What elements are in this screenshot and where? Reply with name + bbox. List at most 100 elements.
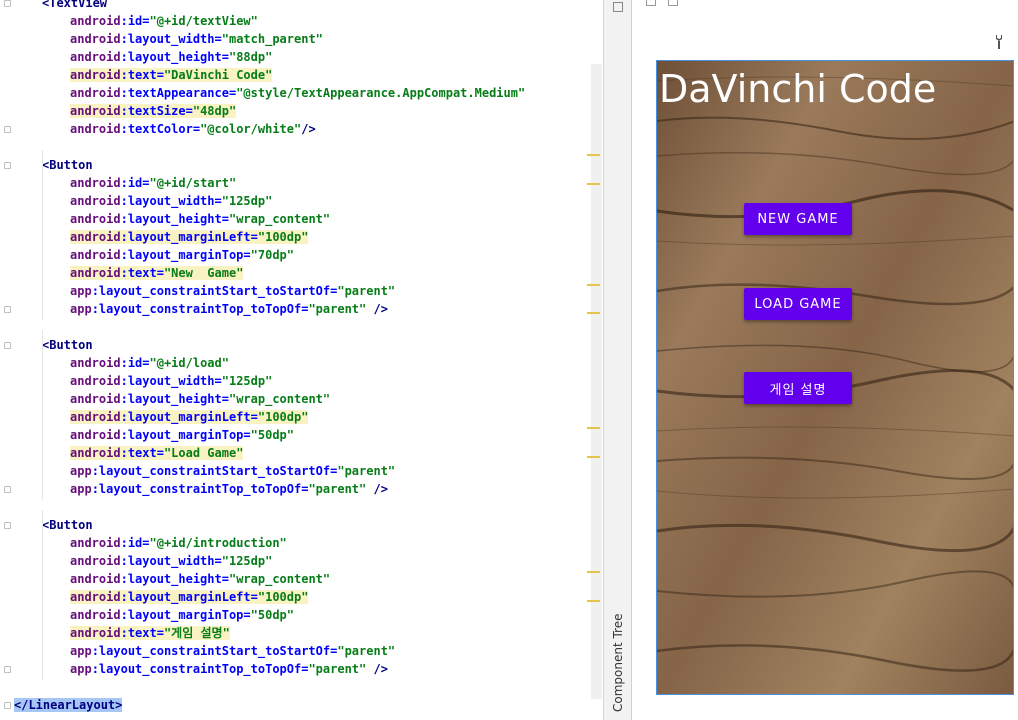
code-line-attribute[interactable]: android:layout_width="125dp" xyxy=(70,192,272,210)
attribute-value: "125dp" xyxy=(221,374,273,388)
code-line-attribute[interactable]: android:layout_marginLeft="100dp" xyxy=(70,228,309,246)
component-tree-label[interactable]: Component Tree xyxy=(606,532,630,712)
code-line-tag[interactable]: </LinearLayout> xyxy=(14,696,123,714)
fold-marker-icon[interactable] xyxy=(4,126,11,133)
attribute-value: "125dp" xyxy=(221,554,273,568)
attribute-value: "100dp" xyxy=(257,590,309,604)
attribute-name: text xyxy=(127,626,157,640)
code-line-attribute[interactable]: android:text="게임 설명" xyxy=(70,624,230,642)
code-line-attribute[interactable]: android:layout_width="125dp" xyxy=(70,372,272,390)
component-tree-panel[interactable]: Component Tree xyxy=(604,0,632,720)
code-line-attribute[interactable]: android:layout_height="wrap_content" xyxy=(70,390,330,408)
code-line-attribute[interactable]: app:layout_constraintStart_toStartOf="pa… xyxy=(70,282,395,300)
fold-marker-icon[interactable] xyxy=(4,522,11,529)
fold-marker-icon[interactable] xyxy=(4,306,11,313)
attribute-namespace: android xyxy=(70,14,121,28)
code-line-tag[interactable]: <TextView xyxy=(42,0,107,12)
attribute-value: "@+id/start" xyxy=(149,176,237,190)
code-line-attribute[interactable]: android:textAppearance="@style/TextAppea… xyxy=(70,84,525,102)
attribute-namespace: android xyxy=(70,104,121,118)
code-line-tag[interactable]: <Button xyxy=(42,336,93,354)
grid-icon[interactable] xyxy=(668,0,678,6)
code-line-attribute[interactable]: android:layout_height="wrap_content" xyxy=(70,210,330,228)
attribute-namespace: android xyxy=(70,212,121,226)
editor-scrollbar[interactable] xyxy=(591,64,602,699)
load-game-button[interactable]: LOAD GAME xyxy=(744,288,852,320)
attribute-name: layout_marginTop xyxy=(127,608,244,622)
code-line-attribute[interactable]: android:layout_marginTop="70dp" xyxy=(70,246,294,264)
attribute-value: "50dp" xyxy=(250,608,294,622)
code-line-tag[interactable]: <Button xyxy=(42,516,93,534)
fold-marker-icon[interactable] xyxy=(4,666,11,673)
code-line-attribute[interactable]: android:text="New Game" xyxy=(70,264,244,282)
xml-tag: </LinearLayout> xyxy=(14,698,123,712)
fold-marker-icon[interactable] xyxy=(4,486,11,493)
attribute-value: "wrap_content" xyxy=(228,572,331,586)
code-line-attribute[interactable]: app:layout_constraintStart_toStartOf="pa… xyxy=(70,642,395,660)
attribute-value: "게임 설명" xyxy=(163,626,230,640)
code-line-attribute[interactable]: android:id="@+id/textView" xyxy=(70,12,258,30)
code-line-attribute[interactable]: android:id="@+id/introduction" xyxy=(70,534,287,552)
code-line-attribute[interactable]: android:text="DaVinchi Code" xyxy=(70,66,273,84)
code-line-attribute[interactable]: android:layout_marginLeft="100dp" xyxy=(70,588,309,606)
code-line-tag[interactable]: <Button xyxy=(42,156,93,174)
attribute-namespace: android xyxy=(70,122,121,136)
code-line-attribute[interactable]: app:layout_constraintTop_toTopOf="parent… xyxy=(70,480,388,498)
code-line-attribute[interactable]: android:layout_marginLeft="100dp" xyxy=(70,408,309,426)
attribute-name: id xyxy=(127,536,143,550)
attribute-name: layout_width xyxy=(127,554,215,568)
attribute-namespace: android xyxy=(70,608,121,622)
tag-close: /> xyxy=(301,122,316,136)
code-line-attribute[interactable]: android:id="@+id/load" xyxy=(70,354,229,372)
attribute-namespace: app xyxy=(70,662,92,676)
attribute-namespace: app xyxy=(70,482,92,496)
fold-marker-icon[interactable] xyxy=(4,702,11,709)
code-line-attribute[interactable]: android:id="@+id/start" xyxy=(70,174,236,192)
code-line-attribute[interactable]: android:textColor="@color/white"/> xyxy=(70,120,316,138)
attribute-value: "parent" xyxy=(308,662,367,676)
code-line-attribute[interactable]: android:layout_height="wrap_content" xyxy=(70,570,330,588)
attribute-value: "100dp" xyxy=(257,230,309,244)
phone-preview[interactable]: DaVinchi Code NEW GAME LOAD GAME 게임 설명 xyxy=(656,60,1014,695)
attribute-value: "125dp" xyxy=(221,194,273,208)
indent-guide xyxy=(42,150,43,320)
code-line-attribute[interactable]: app:layout_constraintStart_toStartOf="pa… xyxy=(70,462,395,480)
fold-marker-icon[interactable] xyxy=(4,342,11,349)
change-marker xyxy=(587,571,600,573)
code-line-attribute[interactable]: android:text="Load Game" xyxy=(70,444,244,462)
attribute-value: "88dp" xyxy=(228,50,273,64)
code-line-attribute[interactable]: app:layout_constraintTop_toTopOf="parent… xyxy=(70,660,388,678)
code-editor[interactable]: <TextView android:id="@+id/textView" andro… xyxy=(0,0,603,720)
xml-tag: <TextView xyxy=(42,0,108,10)
palette-icon[interactable] xyxy=(613,2,623,12)
introduction-button[interactable]: 게임 설명 xyxy=(744,372,852,404)
attribute-namespace: android xyxy=(70,446,121,460)
attribute-namespace: android xyxy=(70,68,121,82)
attribute-name: text xyxy=(127,68,157,82)
code-line-attribute[interactable]: android:layout_width="125dp" xyxy=(70,552,272,570)
code-line-attribute[interactable]: android:textSize="48dp" xyxy=(70,102,237,120)
attribute-namespace: android xyxy=(70,86,121,100)
toolbar-icon[interactable] xyxy=(646,0,656,6)
code-line-attribute[interactable]: android:layout_width="match_parent" xyxy=(70,30,323,48)
new-game-button[interactable]: NEW GAME xyxy=(744,203,852,235)
attribute-name: layout_height xyxy=(127,392,222,406)
attribute-name: layout_constraintTop_toTopOf xyxy=(98,662,302,676)
attribute-value: "@+id/introduction" xyxy=(149,536,287,550)
attribute-value: "Load Game" xyxy=(163,446,244,460)
wrench-icon[interactable] xyxy=(993,34,1007,50)
code-line-attribute[interactable]: android:layout_marginTop="50dp" xyxy=(70,426,294,444)
change-marker xyxy=(587,284,600,286)
change-marker xyxy=(587,312,600,314)
code-line-attribute[interactable]: app:layout_constraintTop_toTopOf="parent… xyxy=(70,300,388,318)
change-marker xyxy=(587,154,600,156)
attribute-namespace: app xyxy=(70,464,92,478)
code-line-attribute[interactable]: android:layout_height="88dp" xyxy=(70,48,272,66)
code-line-attribute[interactable]: android:layout_marginTop="50dp" xyxy=(70,606,294,624)
fold-marker-icon[interactable] xyxy=(4,0,11,7)
attribute-value: "wrap_content" xyxy=(228,392,331,406)
fold-marker-icon[interactable] xyxy=(4,162,11,169)
attribute-value: "@+id/textView" xyxy=(149,14,258,28)
change-marker xyxy=(587,427,600,429)
attribute-name: id xyxy=(127,176,143,190)
